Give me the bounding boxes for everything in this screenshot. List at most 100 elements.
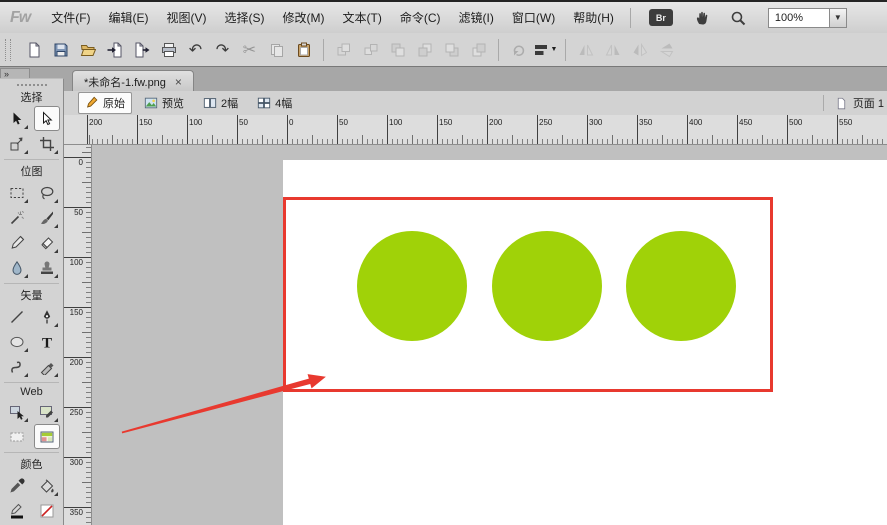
bridge-button[interactable]: Br [649, 9, 673, 26]
stroke-color-well[interactable] [4, 498, 30, 523]
rotate-right-button [600, 37, 625, 62]
pen-tool[interactable] [34, 304, 60, 329]
view-mode-1[interactable]: 原始 [78, 92, 132, 114]
h-ruler-tick-label: 100 [389, 118, 402, 127]
freeform-tool[interactable] [4, 354, 30, 379]
pencil-tool[interactable] [4, 230, 30, 255]
rotate-left-button [573, 37, 598, 62]
ellipse-tool[interactable] [4, 329, 30, 354]
magic-wand-tool[interactable] [4, 205, 30, 230]
undo-button[interactable]: ↶ [183, 37, 208, 62]
tool-section-grid [0, 399, 63, 449]
menu-item-4[interactable]: 修改(M) [274, 2, 334, 33]
blur-tool[interactable] [4, 255, 30, 280]
v-ruler-tick-label: 350 [70, 508, 83, 517]
open-button[interactable] [75, 37, 100, 62]
h-ruler-tick-label: 50 [339, 118, 348, 127]
v-ruler-tick-label: 0 [79, 158, 83, 167]
menu-bar: Fw 文件(F)编辑(E)视图(V)选择(S)修改(M)文本(T)命令(C)滤镜… [0, 2, 887, 34]
tool-section-label: 选择 [4, 89, 59, 105]
menu-item-2[interactable]: 视图(V) [158, 2, 216, 33]
menu-item-9[interactable]: 帮助(H) [564, 2, 623, 33]
view-mode-3[interactable]: 2幅 [196, 92, 245, 114]
new-document-button[interactable] [21, 37, 46, 62]
canvas-viewport[interactable] [92, 145, 887, 525]
slice-tool[interactable] [34, 399, 60, 424]
menu-item-7[interactable]: 滤镜(I) [450, 2, 503, 33]
view-mode-4[interactable]: 4幅 [250, 92, 299, 114]
svg-text:T: T [41, 335, 51, 350]
import-button[interactable] [102, 37, 127, 62]
h-ruler-tick-label: 200 [89, 118, 102, 127]
show-slices-button[interactable] [34, 424, 60, 449]
tool-section-label: 颜色 [4, 452, 59, 472]
v-ruler-tick-label: 300 [70, 458, 83, 467]
app-logo: Fw [10, 9, 30, 27]
h-ruler-tick-label: 350 [639, 118, 652, 127]
align-button[interactable]: ▼ [533, 37, 558, 62]
tool-section-grid [0, 180, 63, 280]
menu-item-0[interactable]: 文件(F) [42, 2, 99, 33]
document-tab[interactable]: *未命名-1.fw.png × [72, 70, 194, 92]
menu-item-3[interactable]: 选择(S) [216, 2, 274, 33]
page-indicator-divider [823, 95, 824, 111]
copy-button [264, 37, 289, 62]
view-mode-label: 预览 [162, 95, 184, 111]
tool-section-label: 位图 [4, 159, 59, 179]
rubber-stamp-tool[interactable] [34, 255, 60, 280]
tools-panel: 选择位图矢量TWeb颜色 [0, 78, 64, 525]
marquee-tool[interactable] [4, 180, 30, 205]
bring-to-front-button [385, 37, 410, 62]
pointer-tool[interactable] [4, 106, 30, 131]
send-backward-button [439, 37, 464, 62]
menu-item-8[interactable]: 窗口(W) [503, 2, 564, 33]
text-tool[interactable]: T [34, 329, 60, 354]
export-button[interactable] [129, 37, 154, 62]
toolbar-grip[interactable] [5, 39, 11, 61]
brush-tool[interactable] [34, 205, 60, 230]
green-circle-3 [626, 231, 736, 341]
eyedropper-tool[interactable] [4, 473, 30, 498]
redo-button[interactable]: ↷ [210, 37, 235, 62]
zoom-tool-icon[interactable] [730, 10, 746, 26]
h-ruler-tick-label: 50 [239, 118, 248, 127]
tool-section-grid [0, 473, 63, 523]
fill-color-well[interactable] [34, 498, 60, 523]
view-mode-2[interactable]: 预览 [137, 92, 191, 114]
vertical-ruler: 050100150200250300350 [64, 145, 92, 525]
hand-tool-icon[interactable] [694, 10, 710, 26]
page-indicator[interactable]: 页面 1 [823, 91, 884, 115]
menu-items: 文件(F)编辑(E)视图(V)选择(S)修改(M)文本(T)命令(C)滤镜(I)… [42, 2, 623, 33]
v-ruler-tick-label: 150 [70, 308, 83, 317]
menu-item-6[interactable]: 命令(C) [391, 2, 450, 33]
green-circle-2 [492, 231, 602, 341]
hide-slices-button[interactable] [4, 424, 30, 449]
scale-tool[interactable] [4, 131, 30, 156]
paint-bucket-tool[interactable] [34, 473, 60, 498]
lasso-tool[interactable] [34, 180, 60, 205]
save-button[interactable] [48, 37, 73, 62]
print-button[interactable] [156, 37, 181, 62]
menu-item-5[interactable]: 文本(T) [334, 2, 391, 33]
view-mode-label: 原始 [103, 95, 125, 111]
menu-item-1[interactable]: 编辑(E) [100, 2, 158, 33]
knife-tool[interactable] [34, 354, 60, 379]
pencil-view-icon [85, 96, 99, 110]
close-icon[interactable]: × [175, 76, 182, 88]
eraser-tool[interactable] [34, 230, 60, 255]
page-icon [835, 97, 848, 110]
v-ruler-tick-label: 50 [74, 208, 83, 217]
crop-tool[interactable] [34, 131, 60, 156]
line-tool[interactable] [4, 304, 30, 329]
h-ruler-tick-label: 300 [589, 118, 602, 127]
menubar-divider [630, 8, 631, 28]
tools-panel-grip[interactable] [17, 84, 47, 86]
flip-horizontal-button [627, 37, 652, 62]
zoom-level-value[interactable]: 100% [768, 8, 830, 28]
zoom-dropdown-button[interactable]: ▼ [830, 8, 847, 28]
hotspot-tool[interactable] [4, 399, 30, 424]
subselection-tool[interactable] [34, 106, 60, 131]
zoom-level-control: 100% ▼ [768, 8, 847, 28]
fireworks-window: Fw 文件(F)编辑(E)视图(V)选择(S)修改(M)文本(T)命令(C)滤镜… [0, 0, 887, 525]
paste-button[interactable] [291, 37, 316, 62]
